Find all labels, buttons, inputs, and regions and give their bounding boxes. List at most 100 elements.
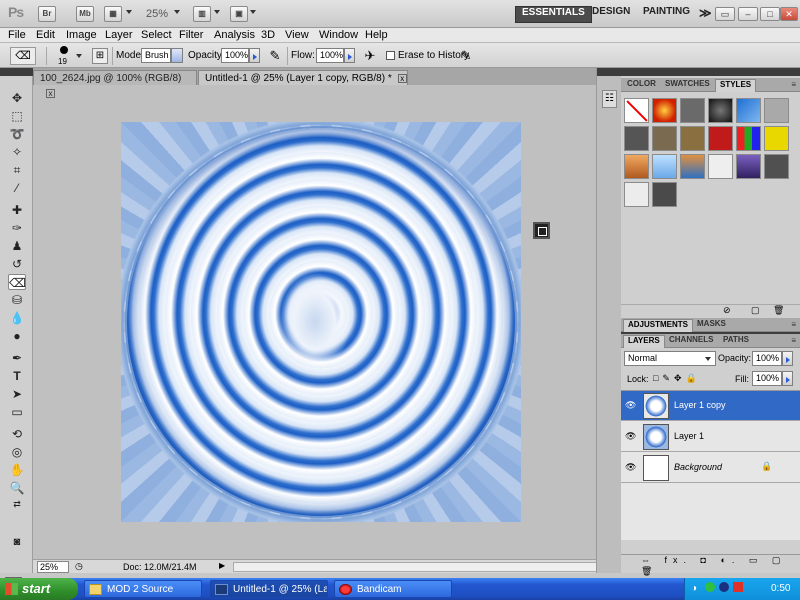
flow-slider-button[interactable] (344, 48, 355, 63)
paint-bucket-tool-icon[interactable]: ⛁ (8, 292, 26, 308)
document-tab[interactable]: 100_2624.jpg @ 100% (RGB/8) x (33, 70, 197, 98)
fill-input[interactable]: 100% (752, 371, 782, 386)
menu-file[interactable]: File (8, 28, 26, 42)
opacity-input[interactable]: 100% (221, 48, 249, 63)
screen-mode-icon[interactable]: ▣ (230, 6, 248, 22)
airbrush-icon[interactable]: ✈ (362, 48, 378, 64)
chevron-down-icon[interactable] (171, 48, 183, 63)
panel-menu-icon[interactable]: ≡ (791, 320, 796, 329)
layer-opacity-input[interactable]: 100% (752, 351, 782, 366)
chevron-down-icon[interactable] (705, 357, 711, 361)
tab-color[interactable]: COLOR (623, 79, 660, 92)
close-icon[interactable]: x (397, 73, 407, 83)
style-swatch[interactable] (736, 126, 761, 151)
menu-image[interactable]: Image (66, 28, 97, 42)
style-swatch[interactable] (624, 154, 649, 179)
style-swatch[interactable] (652, 154, 677, 179)
style-swatch[interactable] (652, 98, 677, 123)
chevron-down-icon[interactable] (126, 10, 132, 14)
crop-tool-icon[interactable]: ⌗ (8, 162, 26, 178)
clone-stamp-tool-icon[interactable]: ♟ (8, 238, 26, 254)
erase-to-history-checkbox[interactable] (386, 51, 395, 60)
layer-row[interactable]: 👁 Layer 1 (621, 422, 800, 452)
trash-icon[interactable]: 🗑 (773, 305, 784, 316)
swap-colors-icon[interactable]: ⇄ (8, 496, 26, 512)
layer-footer-icons[interactable]: ⇔ fx. ◘ ◐. ▭ ▢ 🗑 (641, 555, 800, 577)
menu-help[interactable]: Help (365, 28, 388, 42)
history-brush-tool-icon[interactable]: ↺ (8, 256, 26, 272)
cs-live-icon[interactable]: ▭ (715, 7, 735, 21)
layer-row[interactable]: 👁 Layer 1 copy (621, 391, 800, 421)
eraser-tool-preset-icon[interactable]: ⌫ (10, 47, 36, 65)
menu-view[interactable]: View (285, 28, 309, 42)
tray-app-icon[interactable] (719, 582, 729, 592)
quick-selection-tool-icon[interactable]: ✧ (8, 144, 26, 160)
panel-grip[interactable] (0, 68, 33, 76)
tab-adjustments[interactable]: ADJUSTMENTS (623, 319, 694, 332)
3d-rotate-tool-icon[interactable]: ⟲ (8, 426, 26, 442)
menu-3d[interactable]: 3D (261, 28, 275, 42)
pen-tool-icon[interactable]: ✒ (8, 350, 26, 366)
close-icon[interactable]: x (46, 88, 55, 98)
type-tool-icon[interactable]: T (8, 368, 26, 384)
tray-volume-icon[interactable]: ◑ (691, 583, 697, 594)
eye-icon[interactable]: 👁 (625, 400, 636, 411)
launch-bridge-button[interactable]: Br (38, 6, 56, 22)
workspace-design[interactable]: DESIGN (586, 6, 636, 23)
panel-menu-icon[interactable]: ≡ (791, 80, 796, 89)
lasso-tool-icon[interactable]: ➰ (8, 126, 26, 142)
style-swatch-none[interactable] (624, 98, 649, 123)
quick-mask-icon[interactable]: ◙ (8, 534, 26, 550)
eyedropper-tool-icon[interactable]: ⁄ (8, 180, 26, 196)
menu-window[interactable]: Window (319, 28, 358, 42)
blend-mode-select[interactable]: Normal (624, 351, 716, 366)
tab-masks[interactable]: MASKS (693, 319, 730, 332)
tab-channels[interactable]: CHANNELS (665, 335, 717, 348)
clock[interactable]: 0:50 (771, 583, 790, 594)
style-swatch[interactable] (680, 154, 705, 179)
style-swatch[interactable] (736, 98, 761, 123)
history-panel-icon[interactable]: ☷ (602, 90, 617, 108)
layer-row[interactable]: 👁 Background 🔒 (621, 453, 800, 483)
tray-status-icon[interactable] (705, 582, 715, 592)
tablet-pressure-opacity-icon[interactable]: ✎ (267, 48, 283, 64)
mini-bridge-button[interactable]: Mb (76, 6, 94, 22)
zoom-input[interactable]: 25% (37, 561, 69, 573)
opacity-slider-button[interactable] (249, 48, 260, 63)
panel-grip[interactable] (597, 68, 622, 76)
tab-layers[interactable]: LAYERS (623, 335, 665, 348)
tray-app-icon[interactable] (733, 582, 743, 592)
arrange-documents-icon[interactable]: ▥ (193, 6, 211, 22)
mode-select[interactable]: Brush (141, 48, 171, 63)
menu-edit[interactable]: Edit (36, 28, 55, 42)
style-swatch[interactable] (764, 154, 789, 179)
style-swatch[interactable] (764, 98, 789, 123)
taskbar-item-folder[interactable]: MOD 2 Source (84, 580, 202, 598)
minimize-button[interactable]: – (738, 7, 758, 21)
rectangle-tool-icon[interactable]: ▭ (8, 404, 26, 420)
menu-analysis[interactable]: Analysis (214, 28, 255, 42)
menu-layer[interactable]: Layer (105, 28, 133, 42)
flow-input[interactable]: 100% (316, 48, 344, 63)
3d-orbit-tool-icon[interactable]: ◎ (8, 444, 26, 460)
zoom-level[interactable]: 25% (146, 8, 168, 20)
layer-opacity-slider-button[interactable] (782, 351, 793, 366)
tablet-pressure-size-icon[interactable]: ✎ (458, 48, 474, 64)
view-extras-icon[interactable]: ▦ (104, 6, 122, 22)
tab-paths[interactable]: PATHS (719, 335, 753, 348)
document-tab-active[interactable]: Untitled-1 @ 25% (Layer 1 copy, RGB/8) *… (198, 70, 408, 85)
panel-grip[interactable] (621, 68, 800, 76)
brush-tip-icon[interactable] (60, 46, 68, 54)
dodge-tool-icon[interactable]: ● (8, 328, 26, 344)
workspace-essentials[interactable]: ESSENTIALS (515, 6, 592, 23)
move-tool-icon[interactable]: ✥ (8, 90, 26, 106)
chevron-down-icon[interactable] (174, 10, 180, 14)
style-swatch[interactable] (708, 98, 733, 123)
menu-select[interactable]: Select (141, 28, 172, 42)
marquee-tool-icon[interactable]: ⬚ (8, 108, 26, 124)
tab-styles[interactable]: STYLES (715, 79, 757, 92)
status-info-icon[interactable]: ◷ (75, 561, 83, 572)
style-swatch[interactable] (708, 126, 733, 151)
taskbar-item-bandicam[interactable]: Bandicam (334, 580, 452, 598)
eye-icon[interactable]: 👁 (625, 462, 636, 473)
